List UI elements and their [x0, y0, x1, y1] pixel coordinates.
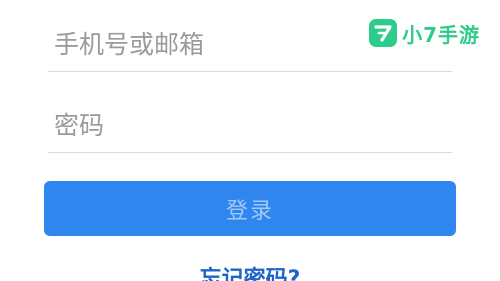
- seven-logo-icon: [369, 19, 398, 47]
- login-page: 登录 忘记密码? 小7手游: [0, 0, 500, 281]
- watermark: 小7手游: [369, 18, 480, 48]
- password-input[interactable]: [54, 111, 434, 140]
- login-button[interactable]: 登录: [44, 181, 456, 236]
- forgot-password-link[interactable]: 忘记密码?: [0, 261, 500, 281]
- password-field: [48, 82, 452, 153]
- watermark-text: 小7手游: [402, 22, 480, 47]
